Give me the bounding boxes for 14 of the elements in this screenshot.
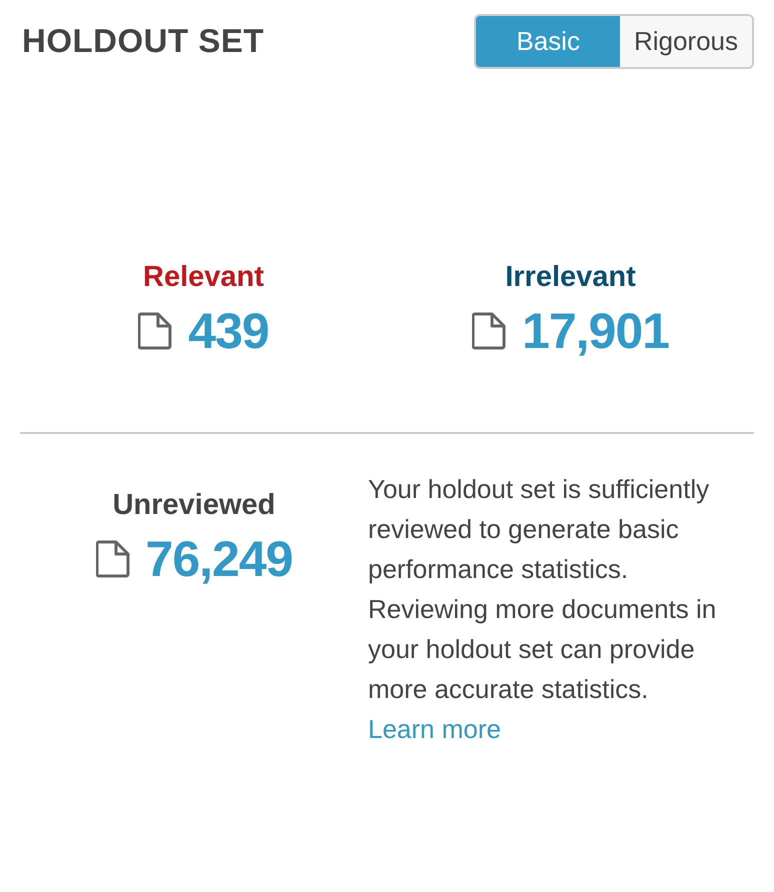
- stat-label: Relevant: [143, 261, 264, 294]
- status-message: Your holdout set is sufficiently reviewed to generate basic performance statistics. Reviewing more documents in your holdout set can provide more accurate statistics.: [368, 473, 718, 706]
- document-count: 439: [188, 302, 269, 360]
- document-icon: [472, 312, 506, 350]
- document-icon: [96, 540, 130, 578]
- mode-tab[interactable]: Basic: [476, 16, 620, 67]
- section-title: HOLDOUT SET: [22, 22, 264, 60]
- stat-label: Unreviewed: [112, 489, 276, 522]
- document-count: 76,249: [146, 530, 292, 588]
- stat-label: Irrelevant: [505, 261, 636, 294]
- learn-more-link[interactable]: Learn more: [368, 709, 501, 749]
- mode-tab[interactable]: Rigorous: [620, 16, 752, 67]
- document-count: 17,901: [522, 302, 669, 360]
- document-icon: [138, 312, 172, 350]
